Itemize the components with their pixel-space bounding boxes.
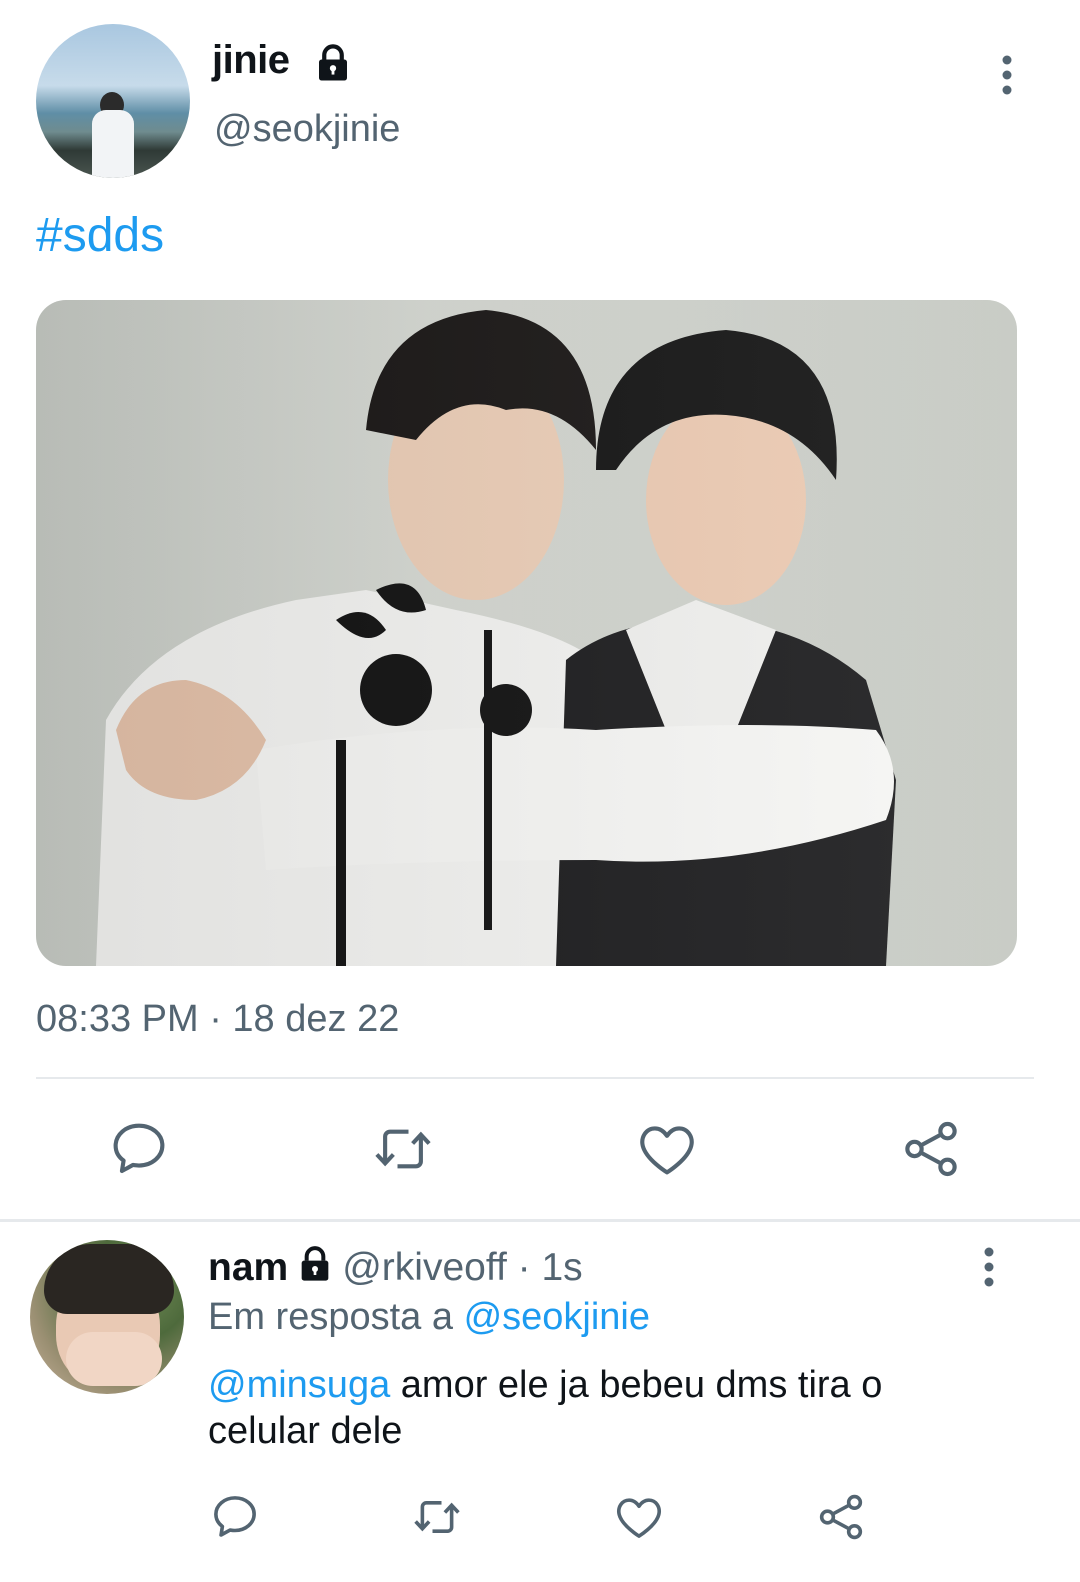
heart-icon[interactable] bbox=[634, 1116, 700, 1182]
reply-bubble-icon[interactable] bbox=[208, 1490, 262, 1544]
reply-mention[interactable]: @minsuga bbox=[208, 1364, 390, 1406]
tweet-hashtag[interactable]: #sdds bbox=[36, 208, 164, 263]
divider bbox=[0, 1219, 1080, 1222]
separator: · bbox=[517, 1246, 531, 1289]
in-reply-to-handle[interactable]: @seokjinie bbox=[464, 1296, 650, 1338]
author-display-name[interactable]: jinie bbox=[212, 38, 290, 83]
reply-author-avatar[interactable] bbox=[30, 1240, 184, 1394]
tweet-media-image[interactable] bbox=[36, 300, 1017, 966]
reply-time[interactable]: 1s bbox=[541, 1246, 582, 1289]
share-icon[interactable] bbox=[814, 1490, 868, 1544]
tweet-timestamp[interactable]: 08:33 PM · 18 dez 22 bbox=[36, 998, 399, 1041]
retweet-icon[interactable] bbox=[410, 1490, 464, 1544]
more-vertical-icon[interactable] bbox=[990, 52, 1024, 98]
share-icon[interactable] bbox=[898, 1116, 964, 1182]
reply-body: @minsuga amor ele ja bebeu dms tira o ce… bbox=[208, 1362, 998, 1454]
more-vertical-icon[interactable] bbox=[972, 1244, 1006, 1290]
lock-icon bbox=[319, 44, 347, 81]
author-handle[interactable]: @seokjinie bbox=[214, 108, 400, 151]
in-reply-to: Em resposta a @seokjinie bbox=[208, 1296, 650, 1339]
lock-icon bbox=[301, 1246, 329, 1281]
author-avatar[interactable] bbox=[36, 24, 190, 178]
divider bbox=[36, 1077, 1034, 1079]
reply-bubble-icon[interactable] bbox=[106, 1116, 172, 1182]
reply-author-display-name[interactable]: nam bbox=[208, 1246, 288, 1289]
reply-header: nam @rkiveoff · 1s bbox=[208, 1244, 583, 1290]
retweet-icon[interactable] bbox=[370, 1116, 436, 1182]
heart-icon[interactable] bbox=[612, 1490, 666, 1544]
in-reply-to-label: Em resposta a bbox=[208, 1296, 453, 1338]
reply-author-handle[interactable]: @rkiveoff bbox=[342, 1246, 507, 1289]
